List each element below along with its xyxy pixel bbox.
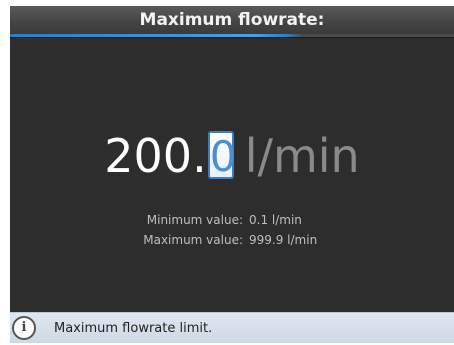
status-bar: i Maximum flowrate limit.: [10, 312, 454, 343]
max-limit-value: 999.9 l/min: [249, 233, 318, 247]
min-limit-label: Minimum value:: [146, 213, 243, 227]
info-icon: i: [12, 316, 36, 340]
flowrate-screen: Maximum flowrate: 200.0 l/min Minimum val…: [10, 6, 454, 343]
status-message: Maximum flowrate limit.: [54, 321, 213, 336]
value-unit: l/min: [244, 129, 360, 183]
header-accent-bar: [10, 34, 454, 38]
min-limit-value: 0.1 l/min: [249, 213, 302, 227]
value-integer-part: 200.: [104, 129, 207, 183]
flowrate-value-editor[interactable]: 200.0 l/min: [10, 126, 454, 186]
page-title: Maximum flowrate:: [10, 6, 454, 34]
limits-info: Minimum value: 0.1 l/min Maximum value: 99…: [10, 210, 454, 250]
min-limit-row: Minimum value: 0.1 l/min: [10, 210, 454, 230]
max-limit-label: Maximum value:: [143, 233, 243, 247]
active-digit-field[interactable]: 0: [207, 131, 236, 181]
max-limit-row: Maximum value: 999.9 l/min: [10, 230, 454, 250]
